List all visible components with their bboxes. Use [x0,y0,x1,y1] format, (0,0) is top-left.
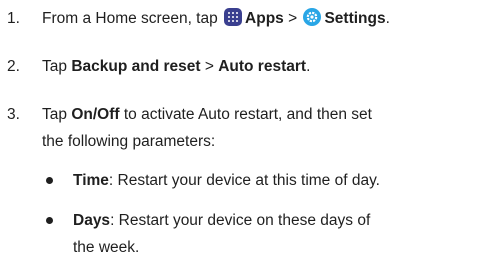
bullet-desc: : Restart your device on these days of [110,212,371,229]
backup-and-reset-label: Backup and reset [71,58,201,75]
step-text: Tap Backup and reset > Auto restart. [42,53,504,80]
bullet-days: Days: Restart your device on these days … [73,207,504,234]
step-text: From a Home screen, tap Apps > Settings. [42,5,504,32]
step-number: 2. [7,58,20,75]
bullet-icon [46,217,53,224]
on-off-label: On/Off [71,106,120,123]
settings-gear-icon [303,8,322,26]
step-text-part: Tap [42,106,72,123]
step-end: . [306,58,311,75]
apps-label: Apps [245,10,284,27]
bullet-term-days: Days [73,212,111,229]
step-end: . [385,10,390,27]
step-number: 1. [7,10,20,27]
bullet-days-line-2: the week. [73,239,140,256]
auto-restart-label: Auto restart [218,58,307,75]
apps-grid-icon [224,8,243,26]
settings-label: Settings [324,10,386,27]
bullet-term-time: Time [73,172,109,189]
step-text-rest: to activate Auto restart, and then set [119,106,372,123]
bullet-time: Time: Restart your device at this time o… [73,167,504,194]
bullet-icon [46,177,53,184]
step-text: Tap On/Off to activate Auto restart, and… [42,101,504,128]
separator: > [283,10,302,27]
step-text-line: the following parameters: [42,133,216,150]
step-text-part: Tap [42,58,72,75]
bullet-desc: : Restart your device at this time of da… [108,172,380,189]
separator: > [200,58,219,75]
step-number: 3. [7,106,20,123]
step-text-part: From a Home screen, tap [42,10,223,27]
